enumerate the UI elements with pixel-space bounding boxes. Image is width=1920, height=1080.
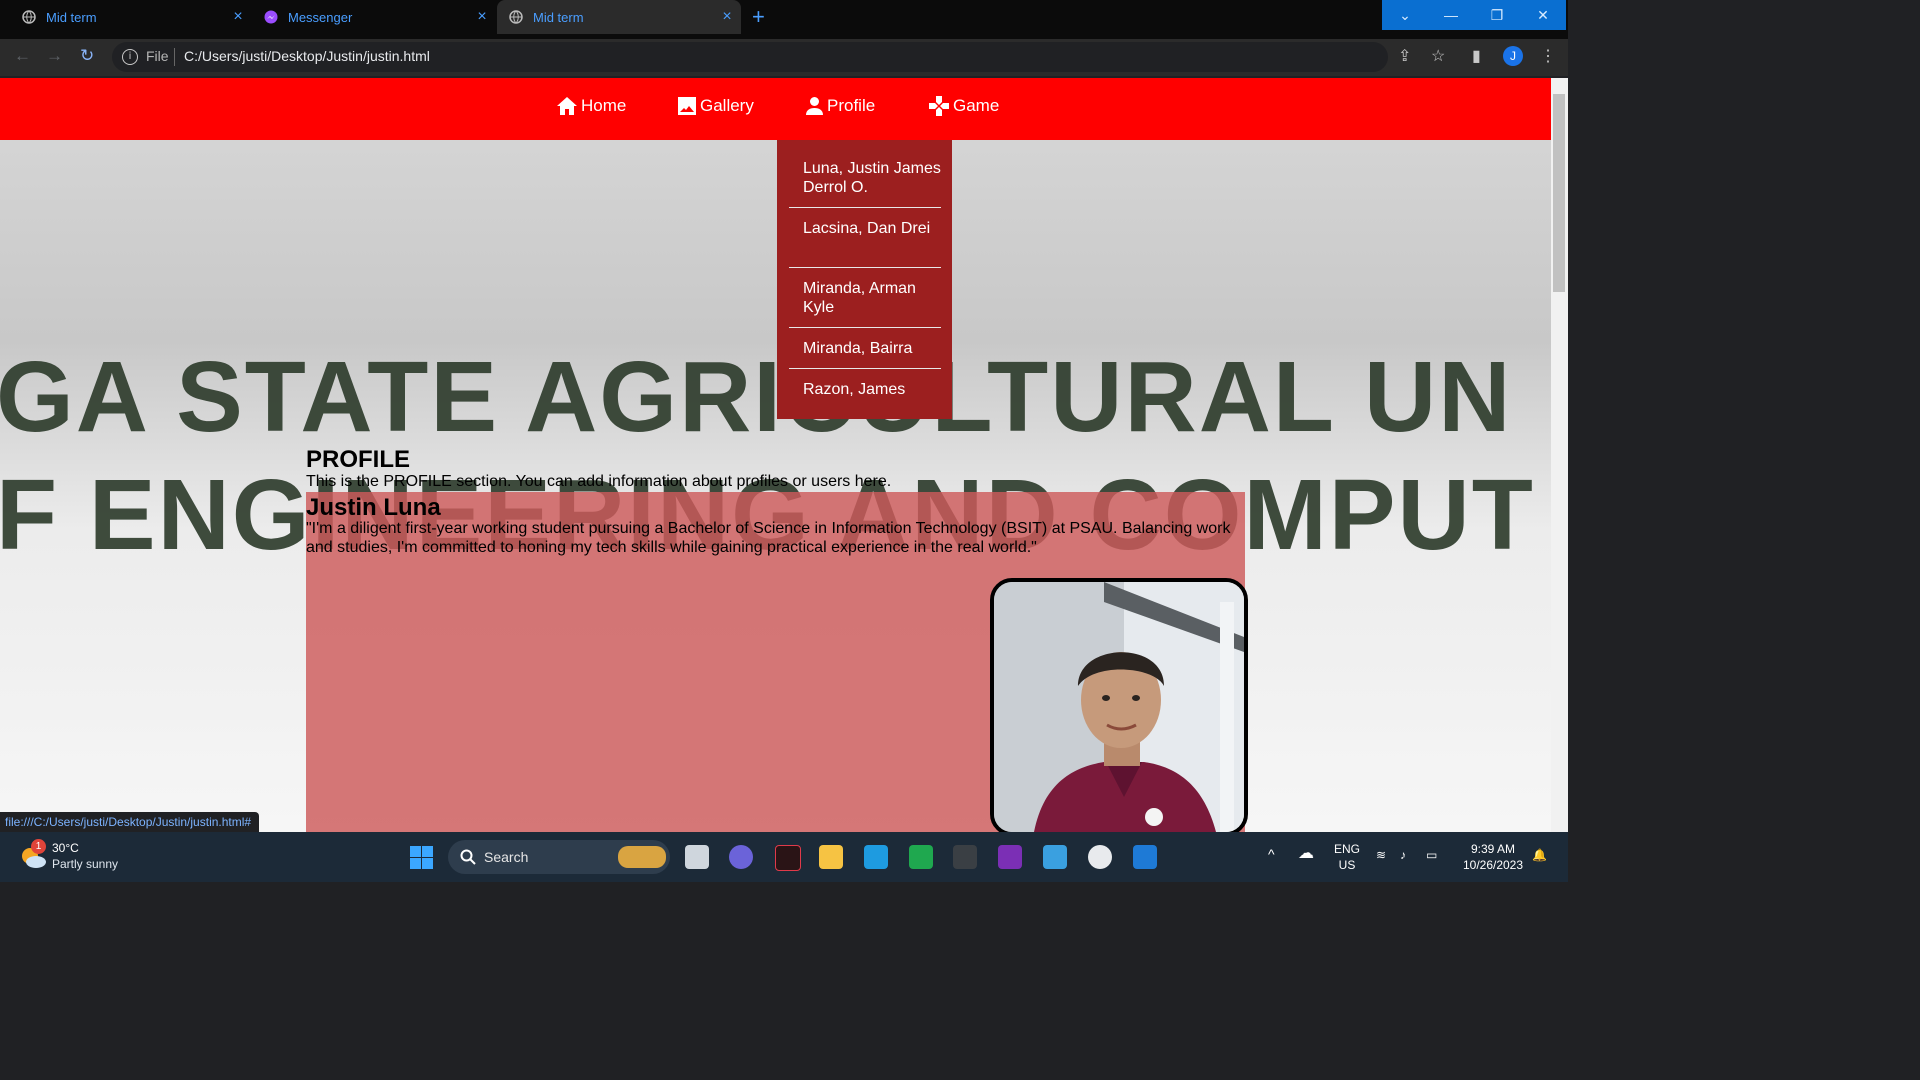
- divider: [789, 368, 941, 369]
- forward-arrow-icon[interactable]: →: [46, 46, 63, 66]
- person-icon: [806, 97, 823, 115]
- section-description: This is the PROFILE section. You can add…: [306, 473, 892, 490]
- web-page: GA STATE AGRICULTURAL UN F ENGINEERING A…: [0, 78, 1551, 832]
- globe-icon: [22, 10, 36, 24]
- wifi-icon[interactable]: ≋: [1376, 847, 1386, 863]
- globe-icon: [509, 10, 523, 24]
- tab-label: Messenger: [288, 9, 353, 25]
- profile-dropdown: Luna, Justin James Derrol O. Lacsina, Da…: [777, 140, 952, 419]
- new-tab-button[interactable]: +: [752, 4, 765, 30]
- taskbar: 1 30°C Partly sunny Search ^ ☁ ENG US ≋ …: [0, 832, 1568, 882]
- tab-messenger[interactable]: Messenger ×: [252, 0, 496, 34]
- share-icon[interactable]: ⇪: [1398, 46, 1411, 66]
- address-bar[interactable]: i File C:/Users/justi/Desktop/Justin/jus…: [112, 42, 1388, 72]
- profile-photo: [990, 578, 1248, 832]
- divider: [789, 207, 941, 208]
- dropdown-item-luna[interactable]: Luna, Justin James Derrol O.: [789, 159, 941, 197]
- reload-icon[interactable]: ↻: [80, 46, 94, 66]
- task-view-icon[interactable]: [685, 845, 709, 869]
- file-explorer-icon[interactable]: [819, 845, 843, 869]
- minimize-button[interactable]: —: [1428, 0, 1474, 30]
- nav-gallery-label: Gallery: [700, 96, 754, 115]
- site-navbar: Home Gallery Profile Game: [0, 78, 1551, 140]
- profile-avatar[interactable]: J: [1503, 46, 1523, 66]
- profile-name: Justin Luna: [306, 494, 441, 521]
- clock[interactable]: 9:39 AM 10/26/2023: [1458, 841, 1528, 873]
- divider: [174, 48, 175, 66]
- side-panel-icon[interactable]: ▮: [1472, 46, 1481, 66]
- nav-game[interactable]: Game: [929, 96, 999, 116]
- onenote-icon[interactable]: [998, 845, 1022, 869]
- clock-date: 10/26/2023: [1462, 858, 1524, 872]
- notepad-icon[interactable]: [1043, 845, 1067, 869]
- messenger-icon: [264, 10, 278, 24]
- close-window-button[interactable]: ✕: [1520, 0, 1566, 30]
- dropdown-item-lacsina[interactable]: Lacsina, Dan Drei: [789, 219, 941, 238]
- restore-button[interactable]: ❐: [1474, 0, 1520, 30]
- url-text[interactable]: C:/Users/justi/Desktop/Justin/justin.htm…: [184, 48, 430, 64]
- tab-search-button[interactable]: ⌄: [1382, 0, 1428, 30]
- nav-game-label: Game: [953, 96, 1000, 115]
- search-highlight-icon: [618, 846, 666, 868]
- weather-description[interactable]: Partly sunny: [52, 857, 118, 871]
- battery-icon[interactable]: ▭: [1426, 847, 1437, 863]
- profile-photo-illustration: [994, 582, 1244, 832]
- language-indicator[interactable]: ENG US: [1334, 841, 1360, 873]
- image-icon: [678, 97, 696, 115]
- weather-temp[interactable]: 30°C: [52, 841, 79, 855]
- nav-home-label: Home: [581, 96, 627, 115]
- tab-label: Mid term: [46, 9, 97, 25]
- terminal-icon[interactable]: [953, 845, 977, 869]
- close-tab-icon[interactable]: ×: [719, 8, 735, 26]
- profile-quote: "I'm a diligent first-year working stude…: [306, 520, 1231, 556]
- qc-app-icon[interactable]: [909, 845, 933, 869]
- close-tab-icon[interactable]: ×: [474, 8, 490, 26]
- back-arrow-icon[interactable]: ←: [14, 46, 31, 66]
- weather-badge: 1: [31, 839, 46, 854]
- l-app-icon[interactable]: [864, 845, 888, 869]
- taskbar-search[interactable]: Search: [448, 840, 670, 874]
- status-url: file:///C:/Users/justi/Desktop/Justin/ju…: [0, 812, 260, 832]
- tab-strip: Mid term × Messenger × Mid term × + ⌄ — …: [0, 0, 1568, 39]
- search-icon: [460, 849, 476, 865]
- background-banner-line-1: GA STATE AGRICULTURAL UN: [0, 341, 1513, 453]
- tab-mid-term-1[interactable]: Mid term ×: [0, 0, 252, 34]
- section-title: PROFILE: [306, 446, 411, 473]
- volume-icon[interactable]: ♪: [1400, 847, 1406, 863]
- info-icon[interactable]: i: [122, 49, 138, 65]
- notification-bell-icon[interactable]: 🔔: [1532, 847, 1547, 863]
- scrollbar-thumb[interactable]: [1553, 94, 1565, 292]
- meet-chat-icon[interactable]: [729, 845, 753, 869]
- nav-profile[interactable]: Profile: [806, 96, 875, 116]
- chrome-icon[interactable]: [1088, 845, 1112, 869]
- windows-start-icon[interactable]: [410, 846, 433, 869]
- dropdown-item-miranda-bairra[interactable]: Miranda, Bairra: [789, 339, 941, 358]
- clock-time: 9:39 AM: [1470, 842, 1516, 856]
- valorant-icon[interactable]: [775, 845, 801, 871]
- tab-label: Mid term: [533, 9, 584, 25]
- divider: [789, 327, 941, 328]
- page-scrollbar[interactable]: [1551, 78, 1568, 832]
- nav-home[interactable]: Home: [557, 96, 626, 116]
- search-label: Search: [484, 849, 529, 865]
- home-icon: [557, 97, 577, 115]
- dropdown-item-miranda-arman[interactable]: Miranda, Arman Kyle: [789, 279, 941, 317]
- divider: [789, 267, 941, 268]
- dropdown-item-razon[interactable]: Razon, James: [789, 380, 941, 399]
- scheme-label: File: [146, 48, 169, 64]
- language-code: ENG: [1334, 842, 1361, 856]
- onedrive-icon[interactable]: ☁: [1298, 846, 1314, 862]
- close-tab-icon[interactable]: ×: [230, 8, 246, 26]
- star-icon[interactable]: ☆: [1431, 46, 1445, 66]
- nav-profile-label: Profile: [827, 96, 876, 115]
- menu-dots-icon[interactable]: ⋮: [1540, 46, 1556, 66]
- tab-mid-term-active[interactable]: Mid term ×: [497, 0, 741, 34]
- vscode-icon[interactable]: [1133, 845, 1157, 869]
- nav-gallery[interactable]: Gallery: [678, 96, 754, 116]
- profile-card: Justin Luna "I'm a diligent first-year w…: [306, 492, 1248, 832]
- gamepad-icon: [929, 96, 949, 116]
- region-code: US: [1338, 858, 1356, 872]
- chevron-up-icon[interactable]: ^: [1268, 846, 1275, 862]
